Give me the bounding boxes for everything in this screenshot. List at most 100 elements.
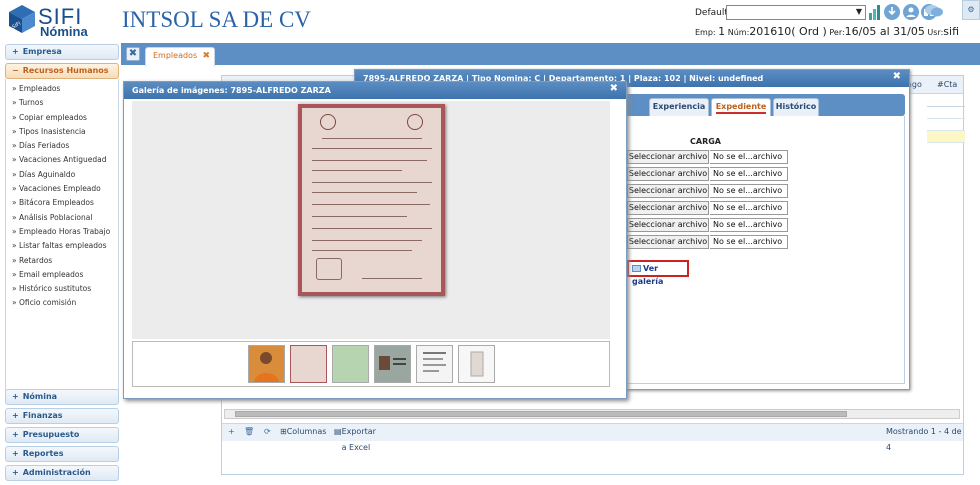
- photo-thumb[interactable]: [248, 345, 285, 383]
- nav-item-bitacora-empleados[interactable]: » Bitácora Empleados: [6, 196, 118, 210]
- user-value: sifi: [943, 25, 960, 38]
- select-file-button[interactable]: Seleccionar archivo: [627, 201, 709, 215]
- export-excel-button[interactable]: ▤ Exportar a Excel: [334, 424, 376, 452]
- nav-item-retardos[interactable]: » Retardos: [6, 254, 118, 268]
- nav-item-dias-aguinaldo[interactable]: » Días Aguinaldo: [6, 168, 118, 182]
- seal-icon: [320, 114, 336, 130]
- file-upload-row: Seleccionar archivo No se el...archivo: [627, 218, 788, 232]
- nav-item-copiar-empleados[interactable]: » Copiar empleados: [6, 111, 118, 125]
- nav-item-vacaciones-empleado[interactable]: » Vacaciones Empleado: [6, 182, 118, 196]
- grid-filter-row[interactable]: [927, 95, 965, 107]
- bar-chart-icon[interactable]: [869, 5, 881, 20]
- rh-menu: » Empleados » Turnos » Copiar empleados …: [5, 79, 119, 402]
- nav-section-nomina[interactable]: + Nómina: [5, 389, 119, 405]
- logo-nomina-text: Nómina: [40, 24, 88, 39]
- file-status: No se el...archivo: [710, 167, 788, 181]
- nav-section-reportes[interactable]: + Reportes: [5, 446, 119, 462]
- nav-item-vacaciones-antiguedad[interactable]: » Vacaciones Antiguedad: [6, 153, 118, 167]
- tab-empleados[interactable]: Empleados ✖: [145, 47, 215, 66]
- table-row[interactable]: [927, 107, 965, 119]
- nav-item-tipos-inasistencia[interactable]: » Tipos Inasistencia: [6, 125, 118, 139]
- select-file-button[interactable]: Seleccionar archivo: [627, 235, 709, 249]
- tab-expediente[interactable]: Expediente: [711, 98, 771, 116]
- num-value: 201610( Ord ): [749, 25, 827, 38]
- chevron-down-icon: ▼: [855, 7, 862, 16]
- thumbnail-strip: [132, 341, 610, 387]
- nav-item-empleados[interactable]: » Empleados: [6, 82, 118, 96]
- birth-certificate-image[interactable]: [298, 104, 445, 296]
- file-status: No se el...archivo: [710, 201, 788, 215]
- nav-item-turnos[interactable]: » Turnos: [6, 96, 118, 110]
- tab-historico[interactable]: Histórico: [773, 98, 819, 116]
- top-header: SIFI SIFI Nómina INTSOL SA DE CV Default…: [0, 0, 980, 42]
- sifi-logo: SIFI SIFI Nómina: [8, 4, 118, 39]
- select-file-button[interactable]: Seleccionar archivo: [627, 218, 709, 232]
- nav-item-listar-faltas[interactable]: » Listar faltas empleados: [6, 239, 118, 253]
- file-status: No se el...archivo: [710, 150, 788, 164]
- nav-item-historico-sustitutos[interactable]: » Histórico sustitutos: [6, 282, 118, 296]
- chat-icon[interactable]: [925, 4, 943, 18]
- user-icon[interactable]: [903, 4, 919, 20]
- table-row[interactable]: [927, 119, 965, 131]
- stamp-icon: [316, 258, 342, 280]
- small-document-thumb[interactable]: [458, 345, 495, 383]
- cube-logo-icon: SIFI: [9, 5, 35, 33]
- file-upload-row: Seleccionar archivo No se el...archivo: [627, 167, 788, 181]
- green-document-thumb[interactable]: [332, 345, 369, 383]
- session-status: Emp: 1 Núm:201610( Ord ) Per:16/05 al 31…: [695, 25, 960, 38]
- gallery-window: Galería de imágenes: 7895-ALFREDO ZARZA …: [123, 81, 627, 399]
- nav-item-empleado-horas-trabajo[interactable]: » Empleado Horas Trabajo: [6, 225, 118, 239]
- default-select[interactable]: ▼: [726, 5, 866, 20]
- sidebar: + Empresa − Recursos Humanos » Empleados »…: [5, 44, 119, 405]
- col-header-cta[interactable]: #Cta: [937, 80, 957, 89]
- gallery-title: Galería de imágenes: 7895-ALFREDO ZARZA: [124, 82, 626, 99]
- select-file-button[interactable]: Seleccionar archivo: [627, 150, 709, 164]
- nav-section-finanzas[interactable]: + Finanzas: [5, 408, 119, 424]
- file-upload-row: Seleccionar archivo No se el...archivo: [627, 235, 788, 249]
- tab-experiencia[interactable]: Experiencia: [649, 98, 709, 116]
- company-name: INTSOL SA DE CV: [122, 7, 311, 32]
- nav-section-administracion[interactable]: + Administración: [5, 465, 119, 481]
- close-icon[interactable]: ✖: [610, 83, 618, 94]
- horizontal-scrollbar[interactable]: [224, 409, 960, 419]
- table-row[interactable]: [927, 131, 965, 143]
- text-document-thumb[interactable]: [416, 345, 453, 383]
- nav-section-presupuesto[interactable]: + Presupuesto: [5, 427, 119, 443]
- nav-item-email-empleados[interactable]: » Email empleados: [6, 268, 118, 282]
- app-root: SIFI SIFI Nómina INTSOL SA DE CV Default…: [0, 0, 980, 485]
- file-upload-row: Seleccionar archivo No se el...archivo: [627, 201, 788, 215]
- grid-footer: + 🗑 ⟳ ⊞ Columnas ▤ Exportar a Excel Most…: [222, 423, 963, 452]
- settings-icon[interactable]: ⚙: [962, 0, 980, 20]
- id-card-thumb[interactable]: [374, 345, 411, 383]
- sidebar-bottom: + Nómina + Finanzas + Presupuesto + Reportes…: [5, 389, 119, 484]
- file-upload-row: Seleccionar archivo No se el...archivo: [627, 184, 788, 198]
- nav-item-dias-feriados[interactable]: » Días Feriados: [6, 139, 118, 153]
- file-status: No se el...archivo: [710, 184, 788, 198]
- file-upload-row: Seleccionar archivo No se el...archivo: [627, 150, 788, 164]
- nav-section-empresa[interactable]: + Empresa: [5, 44, 119, 60]
- refresh-icon[interactable]: ⟳: [264, 424, 271, 440]
- carga-heading: CARGA: [690, 137, 721, 146]
- select-file-button[interactable]: Seleccionar archivo: [627, 184, 709, 198]
- tab-bar: ✖ Empleados ✖: [121, 43, 980, 66]
- delete-icon[interactable]: 🗑: [244, 424, 254, 440]
- nav-section-recursos-humanos[interactable]: − Recursos Humanos: [5, 63, 119, 79]
- download-icon[interactable]: [884, 4, 900, 20]
- add-row-icon[interactable]: +: [228, 424, 235, 440]
- select-file-button[interactable]: Seleccionar archivo: [627, 167, 709, 181]
- nav-item-analisis-poblacional[interactable]: » Análisis Poblacional: [6, 211, 118, 225]
- close-icon[interactable]: ✖: [893, 71, 901, 82]
- image-icon: [632, 265, 641, 272]
- ver-galeria-button[interactable]: Ver galería: [627, 260, 689, 286]
- columns-button[interactable]: ⊞ Columnas: [280, 424, 326, 440]
- gallery-preview: [132, 101, 610, 339]
- period-value: 16/05 al 31/05: [844, 25, 925, 38]
- nav-item-oficio-comision[interactable]: » Oficio comisión: [6, 296, 118, 310]
- emp-value: 1: [718, 25, 726, 38]
- file-status: No se el...archivo: [710, 235, 788, 249]
- close-all-tabs-icon[interactable]: ✖: [126, 47, 140, 61]
- grid-record-count: Mostrando 1 - 4 de 4: [886, 427, 962, 452]
- birth-certificate-thumb[interactable]: [290, 345, 327, 383]
- scrollbar-thumb[interactable]: [235, 411, 847, 417]
- close-tab-icon[interactable]: ✖: [202, 48, 210, 64]
